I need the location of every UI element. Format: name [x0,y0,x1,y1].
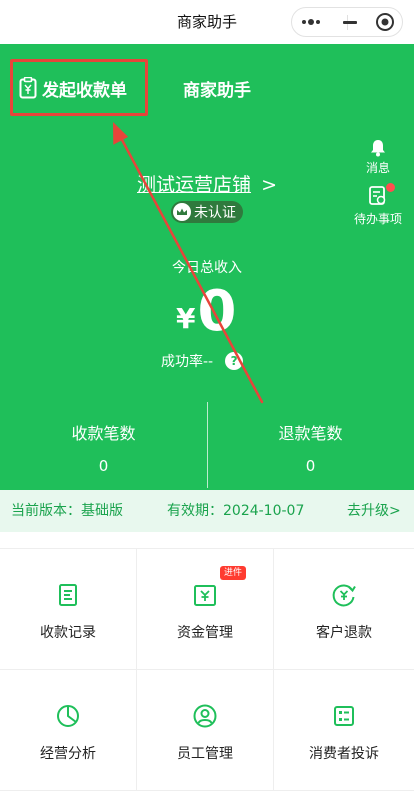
refund-count-value: 0 [305,457,316,475]
success-rate-label: 成功率-- [161,354,214,370]
current-version: 当前版本：基础版 [11,503,123,519]
merchant-assistant-tab[interactable]: 商家助手 [183,76,251,101]
crown-icon [173,203,191,221]
version-bar: 当前版本：基础版 有效期：2024-10-07 去升级> [0,490,414,532]
yen-box-icon [192,582,218,608]
payment-count-label: 收款笔数 [71,424,136,443]
store-selector[interactable]: 测试运营店铺 > [0,170,414,197]
feature-staff-management[interactable]: 员工管理 [137,670,274,791]
mini-program-capsule [291,7,403,37]
merchant-assistant-label: 商家助手 [183,80,251,101]
expiry-date: 有效期：2024-10-07 [167,503,305,519]
feature-label: 员工管理 [177,746,233,762]
upgrade-link[interactable]: 去升级> [347,490,401,532]
refund-count-label: 退款笔数 [278,424,343,443]
income-value: 0 [197,279,237,344]
today-income-amount: ¥ 0 [176,283,236,341]
currency-symbol: ¥ [176,302,196,335]
feature-payment-records[interactable]: 收款记录 [0,549,137,670]
feature-label: 客户退款 [316,625,372,641]
bell-icon [371,140,385,157]
todo-label: 待办事项 [353,212,402,226]
store-name: 测试运营店铺 [137,174,252,196]
create-payment-order-label: 发起收款单 [42,80,127,101]
feature-fund-management[interactable]: 资金管理 [137,549,274,670]
certification-status: 未认证 [194,205,236,221]
certification-badge[interactable]: 未认证 [171,201,243,223]
payment-count-stat[interactable]: 收款笔数 0 [0,420,207,475]
create-payment-order-button[interactable]: 发起收款单 [19,76,127,101]
chevron-right-icon: > [261,174,277,196]
feature-label: 资金管理 [177,625,233,641]
feature-grid: 收款记录 资金管理 客户退款 经营分析 员工管理 消费者投诉 [0,548,414,791]
top-nav-bar: 商家助手 [0,0,414,44]
close-mini-program-icon[interactable] [374,8,396,36]
payment-count-value: 0 [98,457,109,475]
feature-label: 经营分析 [40,746,96,762]
today-income-label: 今日总收入 [172,260,242,276]
refund-count-stat[interactable]: 退款笔数 0 [207,420,414,475]
help-icon[interactable]: ? [225,352,244,370]
feature-label: 消费者投诉 [309,746,379,762]
refund-icon [331,582,357,608]
minimize-icon[interactable] [339,8,361,36]
pie-chart-icon [55,703,81,729]
feature-label: 收款记录 [40,625,96,641]
feature-business-analysis[interactable]: 经营分析 [0,670,137,791]
payment-order-icon [19,77,37,99]
staff-icon [192,703,218,729]
feature-customer-refund[interactable]: 客户退款 [274,549,414,670]
onboarding-badge: 进件 [220,566,247,580]
receipt-icon [55,582,81,608]
more-menu-icon[interactable] [300,8,322,36]
complaint-icon [331,703,357,729]
feature-consumer-complaints[interactable]: 消费者投诉 [274,670,414,791]
success-rate: 成功率-- ? [161,351,244,371]
